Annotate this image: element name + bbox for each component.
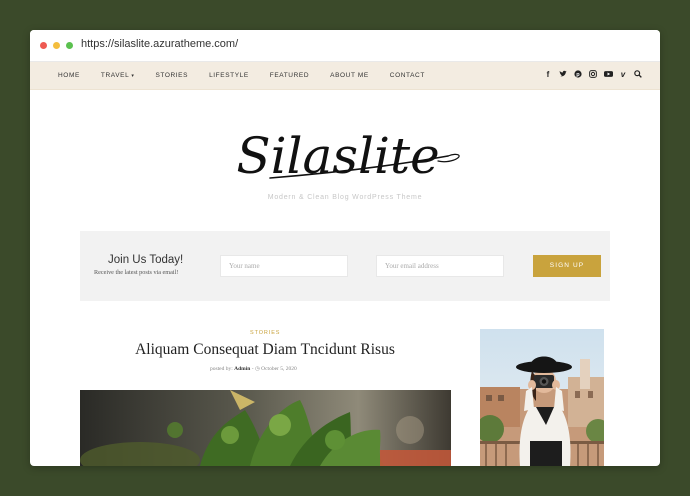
svg-text:p: p — [576, 72, 580, 78]
email-input[interactable]: Your email address — [376, 255, 504, 277]
address-bar[interactable]: https://silaslite.azuratheme.com/ — [81, 38, 238, 50]
social-links: f p v — [544, 70, 642, 81]
posted-by-label: posted by: — [210, 366, 233, 372]
vimeo-icon[interactable]: v — [619, 70, 627, 81]
clock-icon: ◷ — [254, 366, 260, 372]
site-header: Silaslite Modern & Clean Blog WordPress … — [30, 116, 660, 201]
nav-item-lifestyle[interactable]: LIFESTYLE — [209, 72, 249, 79]
newsletter-subtitle: Receive the latest posts via email! — [94, 269, 179, 276]
instagram-icon[interactable] — [589, 70, 597, 81]
close-window-button[interactable] — [40, 42, 47, 49]
chevron-down-icon: ▾ — [131, 73, 135, 79]
twitter-icon[interactable] — [559, 70, 567, 81]
post-category[interactable]: STORIES — [250, 330, 280, 336]
minimize-window-button[interactable] — [53, 42, 60, 49]
post-featured-image[interactable] — [80, 390, 451, 466]
search-icon[interactable] — [634, 70, 642, 81]
newsletter-box: Join Us Today! Receive the latest posts … — [80, 231, 610, 301]
nav-item-travel[interactable]: TRAVEL ▾ — [101, 72, 135, 79]
facebook-icon[interactable]: f — [544, 70, 552, 81]
nav-item-stories[interactable]: STORIES — [155, 72, 188, 79]
sidebar-author-photo[interactable] — [480, 329, 604, 466]
post-title[interactable]: Aliquam Consequat Diam Tncidunt Risus — [120, 341, 410, 359]
nav-item-about-me[interactable]: ABOUT ME — [330, 72, 369, 79]
nav-item-featured[interactable]: FEATURED — [270, 72, 309, 79]
newsletter-title: Join Us Today! — [108, 254, 184, 266]
nav-item-home[interactable]: HOME — [58, 72, 80, 79]
site-logo[interactable]: Silaslite — [210, 116, 480, 196]
main-navigation: HOME TRAVEL ▾ STORIES LIFESTYLE FEATURED … — [30, 62, 660, 90]
nav-item-contact[interactable]: CONTACT — [390, 72, 425, 79]
nav-item-travel-label: TRAVEL — [100, 72, 130, 79]
logo-text: Silaslite — [236, 127, 439, 185]
maximize-window-button[interactable] — [66, 42, 73, 49]
post-date: October 5, 2020 — [261, 366, 297, 372]
browser-chrome: https://silaslite.azuratheme.com/ — [30, 30, 660, 62]
youtube-icon[interactable] — [604, 70, 613, 81]
post-meta: posted by: Admin - ◷ October 5, 2020 — [210, 366, 297, 372]
pinterest-icon[interactable]: p — [574, 70, 582, 81]
meta-separator: - — [251, 366, 254, 372]
sign-up-button[interactable]: SIGN UP — [533, 255, 601, 277]
name-input[interactable]: Your name — [220, 255, 348, 277]
site-tagline: Modern & Clean Blog WordPress Theme — [267, 194, 423, 201]
browser-window: https://silaslite.azuratheme.com/ HOME T… — [30, 30, 660, 466]
nav-menu: HOME TRAVEL ▾ STORIES LIFESTYLE FEATURED … — [58, 72, 446, 79]
post-author[interactable]: Admin — [234, 366, 250, 372]
